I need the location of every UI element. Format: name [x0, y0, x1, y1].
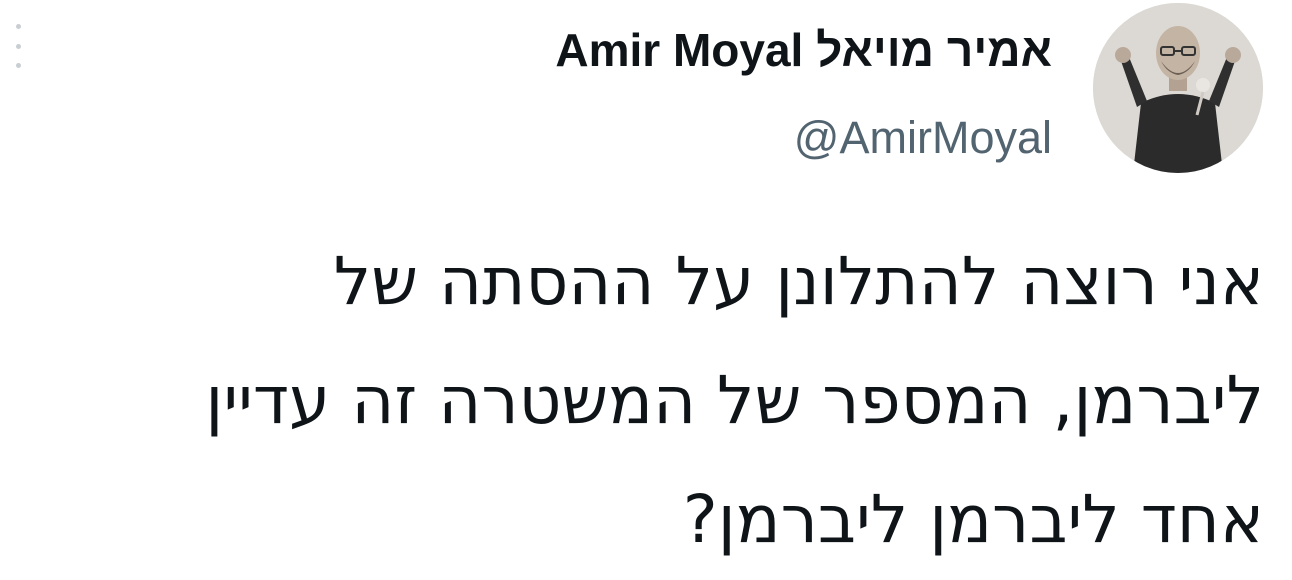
author-handle[interactable]: @AmirMoyal: [555, 112, 1052, 164]
avatar[interactable]: [1093, 3, 1263, 173]
menu-dot: [15, 43, 21, 49]
menu-dot: [15, 24, 21, 29]
tweet-text-line: אחד ליברמן ליברמן?: [682, 481, 1264, 558]
author-display-name[interactable]: Amir Moyal אמיר מויאל: [555, 22, 1052, 78]
more-menu-icon[interactable]: [8, 24, 28, 68]
menu-dot: [15, 63, 21, 68]
tweet-text: אני רוצה להתלונן על ההסתה של ליברמן, המס…: [2, 222, 1264, 579]
profile-photo-icon: [1093, 3, 1263, 173]
tweet-text-line: ליברמן, המספר של המשטרה זה עדיין: [205, 362, 1264, 439]
tweet-text-line: אני רוצה להתלונן על ההסתה של: [333, 243, 1264, 320]
tweet-header: Amir Moyal אמיר מויאל @AmirMoyal: [555, 22, 1052, 164]
